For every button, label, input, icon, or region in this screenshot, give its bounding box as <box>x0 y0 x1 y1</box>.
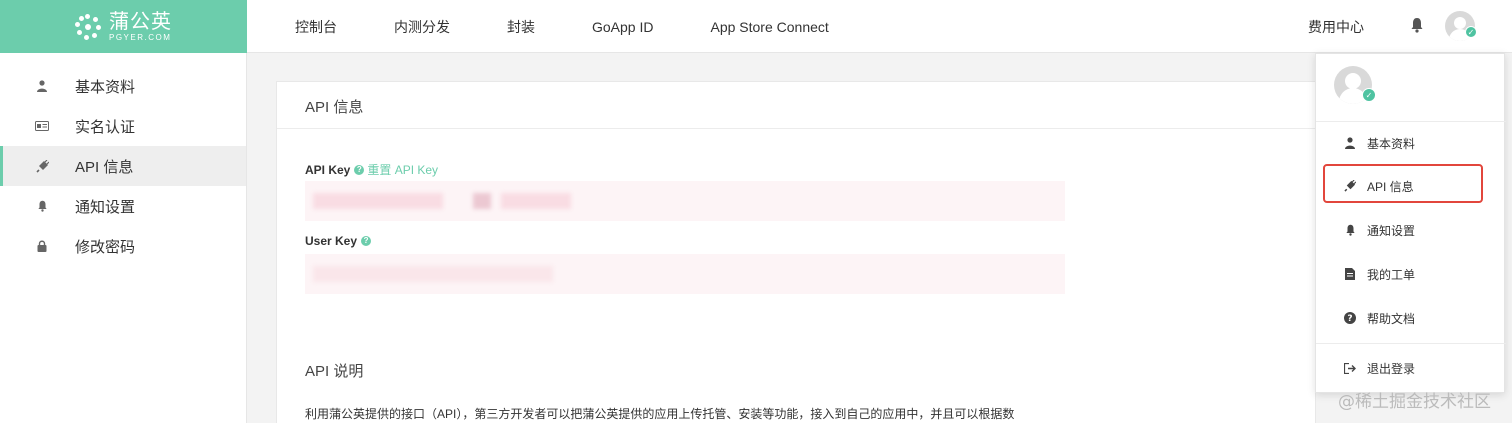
sidebar-item-label: 修改密码 <box>75 238 136 256</box>
api-key-label: API Key <box>305 162 351 177</box>
nav-item-console[interactable]: 控制台 <box>295 17 337 37</box>
sidebar-item-profile[interactable]: 基本资料 <box>0 66 246 106</box>
dandelion-icon <box>75 13 101 40</box>
user-key-field[interactable] <box>305 254 1065 294</box>
dropdown-item-label: 通知设置 <box>1367 223 1416 238</box>
svg-text:?: ? <box>1347 314 1352 324</box>
lock-icon <box>35 239 49 253</box>
fee-center-link[interactable]: 费用中心 <box>1308 17 1364 37</box>
watermark: @稀土掘金技术社区 <box>1338 392 1491 412</box>
dropdown-item-help-docs[interactable]: ? 帮助文档 <box>1316 299 1506 337</box>
sidebar-item-label: API 信息 <box>75 158 134 176</box>
reset-api-key-link[interactable]: 重置 API Key <box>367 161 438 178</box>
question-circle-icon: ? <box>1343 311 1357 325</box>
file-icon <box>1343 267 1357 281</box>
brand-logo[interactable]: 蒲公英 PGYER.COM <box>0 0 247 53</box>
verified-badge-icon: ✓ <box>1465 26 1477 38</box>
bell-icon <box>1343 223 1357 237</box>
user-key-label: User Key <box>305 234 358 248</box>
brand-domain: PGYER.COM <box>109 33 172 42</box>
user-icon <box>35 79 49 93</box>
dropdown-item-label: 退出登录 <box>1367 361 1416 376</box>
top-bar: 蒲公英 PGYER.COM 控制台 内测分发 封装 GoApp ID App S… <box>0 0 1512 53</box>
sidebar-item-api-info[interactable]: API 信息 <box>0 146 246 186</box>
plug-icon <box>35 159 49 173</box>
api-description-title: API 说明 <box>305 363 364 380</box>
highlight-annotation-box <box>1323 164 1483 203</box>
main-nav: 控制台 内测分发 封装 GoApp ID App Store Connect <box>295 0 829 53</box>
sidebar-item-label: 实名认证 <box>75 118 136 136</box>
help-icon[interactable]: ? <box>354 164 365 175</box>
sidebar: 基本资料 实名认证 API 信息 通知设置 修改密码 <box>0 53 247 423</box>
sidebar-item-notifications[interactable]: 通知设置 <box>0 186 246 226</box>
dropdown-item-label: 我的工单 <box>1367 267 1416 282</box>
sidebar-item-label: 基本资料 <box>75 78 136 96</box>
dropdown-item-profile[interactable]: 基本资料 <box>1316 124 1506 162</box>
api-key-label-row: API Key ? 重置 API Key <box>305 161 438 178</box>
bell-icon <box>35 199 49 213</box>
user-dropdown-menu: ✓ 基本资料 API 信息 通知设置 我的工单 ? 帮助文档 退出登录 <box>1315 53 1506 393</box>
bell-icon[interactable] <box>1410 17 1424 33</box>
nav-item-packaging[interactable]: 封装 <box>507 17 535 37</box>
dropdown-item-logout[interactable]: 退出登录 <box>1316 349 1506 387</box>
sign-out-icon <box>1343 361 1357 375</box>
dropdown-item-label: 帮助文档 <box>1367 311 1416 326</box>
id-card-icon <box>35 119 49 133</box>
panel-title: API 信息 <box>277 82 1315 129</box>
api-info-panel: API 信息 API Key ? 重置 API Key User Key ? A… <box>276 81 1316 423</box>
user-icon <box>1343 136 1357 150</box>
nav-item-goapp-id[interactable]: GoApp ID <box>592 19 653 35</box>
verified-badge-icon: ✓ <box>1362 88 1376 102</box>
nav-item-app-store-connect[interactable]: App Store Connect <box>710 19 828 35</box>
help-icon[interactable]: ? <box>361 236 372 246</box>
brand-name: 蒲公英 <box>109 9 172 33</box>
user-key-label-row: User Key ? <box>305 234 372 248</box>
nav-item-beta-distribution[interactable]: 内测分发 <box>394 17 450 37</box>
sidebar-item-verification[interactable]: 实名认证 <box>0 106 246 146</box>
dropdown-item-label: 基本资料 <box>1367 136 1416 151</box>
dropdown-item-my-tickets[interactable]: 我的工单 <box>1316 255 1506 293</box>
api-description-text: 利用蒲公英提供的接口（API），第三方开发者可以把蒲公英提供的应用上传托管、安装… <box>305 407 1015 421</box>
dropdown-item-notifications[interactable]: 通知设置 <box>1316 211 1506 249</box>
sidebar-item-change-password[interactable]: 修改密码 <box>0 226 246 266</box>
sidebar-item-label: 通知设置 <box>75 198 136 216</box>
api-key-field[interactable] <box>305 181 1065 221</box>
